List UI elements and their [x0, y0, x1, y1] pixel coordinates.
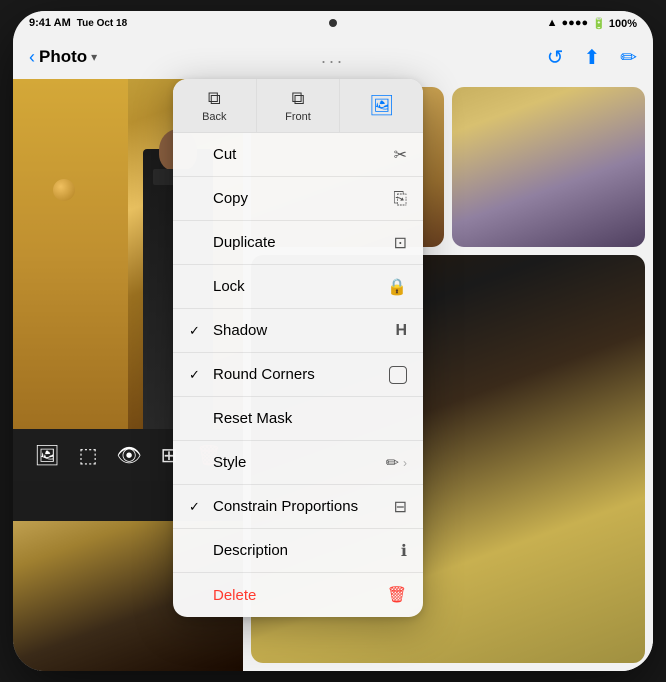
lock-right: 🔒 — [387, 277, 407, 297]
lock-icon: 🔒 — [387, 277, 407, 297]
round-corners-label: Round Corners — [213, 366, 315, 383]
status-date: Tue Oct 18 — [77, 18, 127, 29]
shadow-icon: H — [395, 322, 407, 340]
camera — [329, 19, 337, 27]
menu-item-copy[interactable]: Copy ⎘ — [173, 177, 423, 221]
image-tab-icon: 🖼 — [369, 93, 394, 118]
description-right: ℹ — [401, 541, 407, 561]
menu-item-constrain-left: ✓ Constrain Proportions — [189, 498, 358, 515]
constrain-check: ✓ — [189, 499, 205, 515]
description-icon: ℹ — [401, 541, 407, 561]
menu-item-shadow[interactable]: ✓ Shadow H — [173, 309, 423, 353]
menu-item-copy-left: Copy — [189, 190, 248, 207]
lock-label: Lock — [213, 278, 245, 295]
menu-item-cut-left: Cut — [189, 146, 236, 163]
menu-item-style-left: Style — [189, 454, 246, 471]
cut-right: ✂ — [394, 145, 407, 165]
page-title: Photo — [39, 47, 87, 67]
constrain-right: ⊟ — [394, 497, 407, 517]
description-label: Description — [213, 542, 288, 559]
menu-item-description-left: Description — [189, 542, 288, 559]
style-icon: ✏ — [386, 453, 399, 473]
constrain-label: Constrain Proportions — [213, 498, 358, 515]
top-right-toolbar: ↺ ⬆ ✏ — [547, 45, 637, 70]
tab-image[interactable]: 🖼 — [340, 79, 423, 132]
menu-tabs: ⧉ Back ⧉ Front 🖼 — [173, 79, 423, 133]
reset-mask-label: Reset Mask — [213, 410, 292, 427]
menu-item-round-corners-left: ✓ Round Corners — [189, 366, 315, 383]
cut-icon: ✂ — [394, 145, 407, 165]
menu-item-style[interactable]: Style ✏ › — [173, 441, 423, 485]
delete-label: Delete — [213, 587, 256, 604]
menu-item-duplicate[interactable]: Duplicate ⊡ — [173, 221, 423, 265]
share-icon[interactable]: ⬆ — [583, 45, 600, 70]
history-icon[interactable]: ↺ — [547, 45, 564, 70]
menu-item-cut[interactable]: Cut ✂ — [173, 133, 423, 177]
title-caret-icon: ▾ — [91, 50, 97, 64]
front-tab-icon: ⧉ — [292, 88, 305, 109]
menu-item-constrain[interactable]: ✓ Constrain Proportions ⊟ — [173, 485, 423, 529]
signal-icon: ●●●● — [562, 17, 589, 29]
menu-item-reset-mask-left: Reset Mask — [189, 410, 292, 427]
tab-back[interactable]: ⧉ Back — [173, 79, 257, 132]
round-corners-icon — [389, 366, 407, 384]
menu-item-reset-mask[interactable]: Reset Mask — [173, 397, 423, 441]
copy-icon: ⎘ — [393, 189, 407, 209]
style-chevron-icon: › — [403, 456, 407, 470]
wifi-icon: ▲ — [547, 17, 558, 29]
back-button[interactable]: ‹ Photo ▾ — [29, 47, 97, 68]
menu-item-lock-left: Lock — [189, 278, 245, 295]
copy-label: Copy — [213, 190, 248, 207]
battery-icon: 🔋 100% — [592, 17, 637, 30]
menu-item-duplicate-left: Duplicate — [189, 234, 276, 251]
shadow-label: Shadow — [213, 322, 267, 339]
context-menu: ⧉ Back ⧉ Front 🖼 Cut — [173, 79, 423, 617]
style-label: Style — [213, 454, 246, 471]
menu-item-shadow-left: ✓ Shadow — [189, 322, 267, 339]
duplicate-right: ⊡ — [394, 233, 407, 253]
context-menu-overlay: ⧉ Back ⧉ Front 🖼 Cut — [13, 79, 653, 671]
cut-label: Cut — [213, 146, 236, 163]
style-right: ✏ › — [386, 453, 407, 473]
duplicate-label: Duplicate — [213, 234, 276, 251]
tab-front[interactable]: ⧉ Front — [257, 79, 341, 132]
menu-items-list: Cut ✂ Copy ⎘ — [173, 133, 423, 617]
front-tab-label: Front — [285, 111, 311, 123]
menu-item-lock[interactable]: Lock 🔒 — [173, 265, 423, 309]
back-tab-label: Back — [202, 111, 226, 123]
menu-item-description[interactable]: Description ℹ — [173, 529, 423, 573]
dots-indicator: ... — [321, 47, 345, 67]
shadow-check: ✓ — [189, 323, 205, 339]
menu-item-delete[interactable]: Delete 🗑 — [173, 573, 423, 617]
delete-icon: 🗑 — [387, 585, 407, 605]
ipad-frame: 9:41 AM Tue Oct 18 ▲ ●●●● 🔋 100% ‹ Photo… — [13, 11, 653, 671]
top-bar: ‹ Photo ▾ ... ↺ ⬆ ✏ — [13, 35, 653, 79]
delete-right: 🗑 — [387, 585, 407, 605]
menu-item-delete-left: Delete — [189, 587, 256, 604]
back-tab-icon: ⧉ — [208, 88, 221, 109]
duplicate-icon: ⊡ — [394, 233, 407, 253]
round-corners-right — [389, 366, 407, 384]
menu-item-round-corners[interactable]: ✓ Round Corners — [173, 353, 423, 397]
edit-icon[interactable]: ✏ — [620, 45, 637, 70]
status-icons: ▲ ●●●● 🔋 100% — [547, 17, 637, 30]
back-chevron-icon: ‹ — [29, 47, 35, 68]
status-time: 9:41 AM — [29, 17, 71, 29]
copy-right: ⎘ — [393, 189, 407, 209]
constrain-icon: ⊟ — [394, 497, 407, 517]
shadow-right: H — [395, 322, 407, 340]
round-corners-check: ✓ — [189, 367, 205, 383]
